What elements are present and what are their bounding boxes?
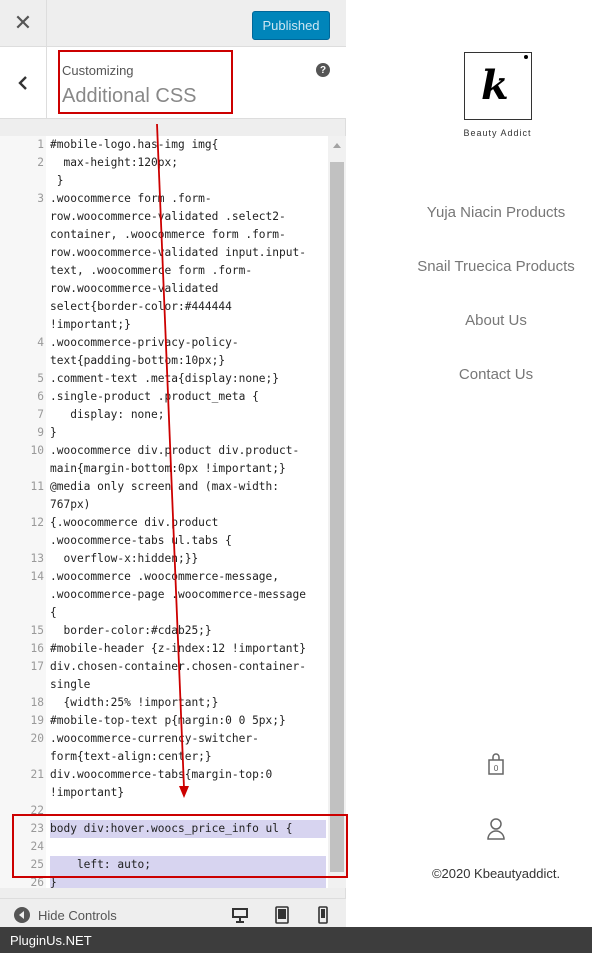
code-line[interactable]: .woocommerce-tabs ul.tabs { bbox=[50, 532, 326, 550]
help-icon[interactable]: ? bbox=[316, 63, 330, 77]
close-customizer-button[interactable]: ✕ bbox=[0, 0, 47, 47]
code-line[interactable]: .woocommerce .woocommerce-message, bbox=[50, 568, 326, 586]
customizer-topbar: ✕ Published bbox=[0, 0, 346, 47]
code-line[interactable]: div.chosen-container.chosen-container- bbox=[50, 658, 326, 676]
code-line[interactable]: container, .woocommerce form .form- bbox=[50, 226, 326, 244]
published-button[interactable]: Published bbox=[252, 11, 330, 40]
code-line[interactable]: .woocommerce-privacy-policy- bbox=[50, 334, 326, 352]
line-number: 1 bbox=[37, 138, 44, 151]
code-line[interactable]: border-color:#cdab25;} bbox=[50, 622, 326, 640]
code-line[interactable]: .single-product .product_meta { bbox=[50, 388, 326, 406]
chevron-left-icon bbox=[18, 76, 27, 90]
code-line[interactable]: max-height:120px; bbox=[50, 154, 326, 172]
logo-tagline: Beauty Addict bbox=[463, 128, 532, 138]
line-number: 5 bbox=[37, 372, 44, 385]
customizer-panel: ✕ Published Customizing Additional CSS ?… bbox=[0, 0, 346, 953]
code-line[interactable]: !important} bbox=[50, 784, 326, 802]
site-preview: k Beauty Addict Yuja Niacin Products Sna… bbox=[346, 0, 592, 927]
code-line[interactable]: .woocommerce-currency-switcher- bbox=[50, 730, 326, 748]
hide-controls-label: Hide Controls bbox=[38, 907, 117, 923]
code-line[interactable]: single bbox=[50, 676, 326, 694]
hide-controls-button[interactable]: Hide Controls bbox=[14, 907, 117, 923]
line-number: 6 bbox=[37, 390, 44, 403]
code-line[interactable]: row.woocommerce-validated .select2- bbox=[50, 208, 326, 226]
code-line[interactable]: text{padding-bottom:10px;} bbox=[50, 352, 326, 370]
logo-letter: k bbox=[481, 62, 509, 109]
line-number: 4 bbox=[37, 336, 44, 349]
code-line[interactable]: form{text-align:center;} bbox=[50, 748, 326, 766]
code-line[interactable]: 767px) bbox=[50, 496, 326, 514]
desktop-preview-icon[interactable] bbox=[231, 906, 249, 924]
line-number: 12 bbox=[30, 516, 44, 529]
nav-item-snail-truecica[interactable]: Snail Truecica Products bbox=[346, 258, 592, 275]
code-line[interactable]: overflow-x:hidden;}} bbox=[50, 550, 326, 568]
nav-item-yuja-niacin[interactable]: Yuja Niacin Products bbox=[346, 204, 592, 221]
code-line[interactable]: {.woocommerce div.product bbox=[50, 514, 326, 532]
editor-scrollbar-thumb[interactable] bbox=[330, 162, 344, 872]
code-line[interactable]: !important;} bbox=[50, 316, 326, 334]
code-line[interactable]: } bbox=[50, 424, 326, 442]
line-number: 16 bbox=[30, 642, 44, 655]
code-line[interactable]: select{border-color:#444444 bbox=[50, 298, 326, 316]
line-number: 17 bbox=[30, 660, 44, 673]
line-number: 18 bbox=[30, 696, 44, 709]
watermark-text: PluginUs.NET bbox=[10, 932, 92, 948]
code-line[interactable]: .woocommerce form .form- bbox=[50, 190, 326, 208]
code-line[interactable]: .woocommerce div.product div.product- bbox=[50, 442, 326, 460]
line-number: 21 bbox=[30, 768, 44, 781]
line-number: 2 bbox=[37, 156, 44, 169]
tablet-preview-icon[interactable] bbox=[273, 906, 291, 924]
logo-dot bbox=[524, 55, 528, 59]
customizer-footer: Hide Controls bbox=[0, 898, 346, 928]
css-code-editor[interactable]: 1 #mobile-logo.has-img img{ 2 max-height:1… bbox=[0, 136, 328, 888]
back-button[interactable] bbox=[0, 47, 47, 119]
svg-text:0: 0 bbox=[493, 764, 498, 773]
code-line[interactable]: .woocommerce-page .woocommerce-message bbox=[50, 586, 326, 604]
code-line[interactable]: @media only screen and (max-width: bbox=[50, 478, 326, 496]
code-area[interactable]: 1 #mobile-logo.has-img img{ 2 max-height:1… bbox=[0, 136, 328, 888]
line-number: 14 bbox=[30, 570, 44, 583]
line-number: 20 bbox=[30, 732, 44, 745]
user-account-icon[interactable] bbox=[486, 817, 506, 841]
nav-item-about-us[interactable]: About Us bbox=[346, 312, 592, 329]
line-number: 10 bbox=[30, 444, 44, 457]
line-number: 3 bbox=[37, 192, 44, 205]
code-line[interactable]: row.woocommerce-validated bbox=[50, 280, 326, 298]
annotation-box-title bbox=[58, 50, 233, 114]
collapse-arrow-icon bbox=[14, 907, 30, 923]
close-icon: ✕ bbox=[13, 11, 33, 36]
mobile-preview-icon[interactable] bbox=[314, 906, 332, 924]
code-line[interactable]: #mobile-logo.has-img img{ bbox=[50, 136, 326, 154]
code-line[interactable]: div.woocommerce-tabs{margin-top:0 bbox=[50, 766, 326, 784]
code-line[interactable]: #mobile-top-text p{margin:0 0 5px;} bbox=[50, 712, 326, 730]
code-line[interactable]: text, .woocommerce form .form- bbox=[50, 262, 326, 280]
code-line[interactable]: #mobile-header {z-index:12 !important} bbox=[50, 640, 326, 658]
code-line[interactable]: {width:25% !important;} bbox=[50, 694, 326, 712]
line-number: 15 bbox=[30, 624, 44, 637]
line-number: 9 bbox=[37, 426, 44, 439]
code-line[interactable]: .comment-text .meta{display:none;} bbox=[50, 370, 326, 388]
annotation-box-code bbox=[12, 814, 348, 878]
code-line[interactable]: display: none; bbox=[50, 406, 326, 424]
code-line[interactable]: main{margin-bottom:0px !important;} bbox=[50, 460, 326, 478]
shopping-bag-icon[interactable]: 0 bbox=[486, 752, 506, 776]
line-number: 19 bbox=[30, 714, 44, 727]
line-number: 13 bbox=[30, 552, 44, 565]
scroll-up-arrow-icon[interactable] bbox=[333, 143, 341, 148]
watermark-bar: PluginUs.NET bbox=[0, 927, 592, 953]
line-number: 7 bbox=[37, 408, 44, 421]
code-line[interactable]: { bbox=[50, 604, 326, 622]
code-line[interactable]: } bbox=[50, 172, 326, 190]
line-number: 11 bbox=[30, 480, 44, 493]
nav-item-contact-us[interactable]: Contact Us bbox=[346, 366, 592, 383]
code-line[interactable]: row.woocommerce-validated input.input- bbox=[50, 244, 326, 262]
copyright-text: ©2020 Kbeautyaddict. bbox=[431, 866, 561, 881]
